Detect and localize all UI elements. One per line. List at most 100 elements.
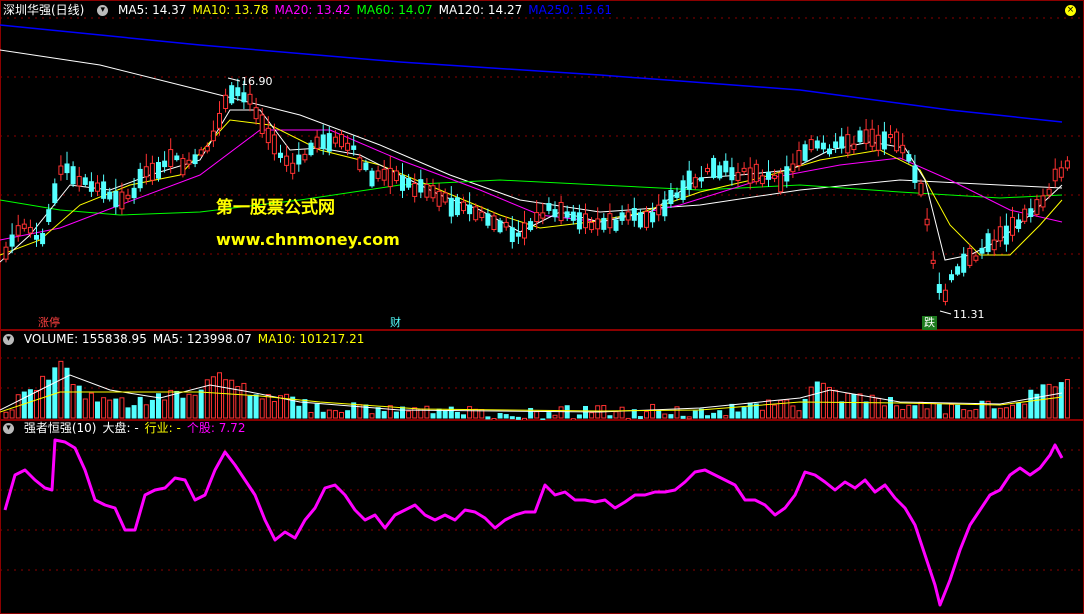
candle-body (1016, 219, 1022, 229)
volume-bar (656, 409, 662, 419)
candle-body (15, 225, 21, 236)
volume-bar (95, 401, 100, 419)
candle-body (839, 136, 845, 149)
volume-bar (198, 389, 204, 419)
candle-body (680, 180, 686, 200)
candle-body (137, 168, 143, 189)
candle-body (314, 136, 320, 149)
volume-bar (869, 394, 875, 419)
volume-label-2: MA10: 101217.21 (257, 332, 365, 346)
candle-body (601, 217, 607, 230)
volume-bar (424, 405, 430, 419)
candle-body (558, 201, 564, 222)
candle-body (284, 155, 290, 166)
volume-bar (3, 411, 9, 419)
price-panel[interactable]: 16.90 11.31 深圳华强(日线) ▾ MA5: 14.37 MA10: 13… (0, 0, 1084, 330)
candle-body (1058, 167, 1064, 178)
volume-bar (259, 398, 265, 419)
volume-bar (229, 379, 235, 419)
volume-panel[interactable]: ▾ VOLUME: 155838.95 MA5: 123998.07 MA10: 1… (0, 330, 1084, 420)
candle-body (692, 177, 698, 188)
candle-body (735, 172, 741, 181)
volume-bar (997, 407, 1003, 419)
candle-body (101, 181, 107, 199)
volume-bar (619, 406, 625, 419)
candle-body (875, 134, 881, 151)
volume-bar (796, 410, 802, 419)
volume-bar (271, 401, 277, 419)
volume-bar (88, 392, 94, 419)
volume-bar (387, 405, 393, 419)
volume-bar (747, 402, 753, 419)
candle-body (546, 203, 552, 211)
volume-bar (143, 404, 149, 419)
volume-menu-icon[interactable]: ▾ (3, 334, 14, 345)
volume-bar (936, 403, 942, 419)
candle-body (345, 142, 351, 151)
candle-body (717, 165, 723, 179)
candle-body (772, 174, 778, 179)
candle-body (424, 183, 430, 198)
candle-body (332, 136, 338, 144)
candle-body (644, 211, 649, 228)
candle-body (265, 127, 271, 144)
volume-bar (82, 398, 88, 419)
candle-body (650, 212, 656, 223)
volume-bar (339, 411, 344, 419)
candle-body (186, 159, 192, 165)
volume-bar (113, 398, 119, 419)
candle-body (430, 185, 436, 199)
candle-body (576, 212, 582, 230)
volume-bar (125, 407, 131, 419)
candle-body (613, 219, 619, 231)
candle-body (58, 165, 64, 175)
candle-body (210, 130, 216, 142)
candle-body (674, 192, 680, 198)
indicator-panel[interactable]: ▾ 强者恒强(10) 大盘: - 行业: - 个股: 7.72 (0, 420, 1084, 614)
candle-body (369, 170, 375, 187)
volume-bar (34, 389, 39, 419)
indicator-label-0: 强者恒强(10) (23, 421, 97, 435)
price-chart[interactable]: 16.90 11.31 (0, 0, 1084, 330)
ma-label-3: MA60: 14.07 (356, 3, 433, 17)
candle-body (766, 171, 771, 180)
candle-body (278, 152, 283, 158)
candle-body (607, 213, 613, 229)
volume-bar (461, 414, 466, 419)
volume-panel-header: ▾ VOLUME: 155838.95 MA5: 123998.07 MA10: 1… (0, 331, 1084, 348)
volume-bar (711, 412, 717, 419)
candle-body (503, 221, 509, 228)
candle-body (198, 149, 204, 156)
volume-bar (613, 411, 619, 419)
candle-body (64, 163, 70, 174)
volume-bar (375, 407, 381, 419)
indicator-menu-icon[interactable]: ▾ (3, 423, 14, 434)
candle-body (473, 206, 479, 221)
candle-body (119, 191, 125, 210)
volume-bar (351, 402, 357, 419)
candle-body (3, 246, 9, 260)
volume-bar (735, 411, 741, 419)
candle-body (393, 170, 399, 182)
volume-bar (1046, 383, 1052, 419)
candle-body (40, 233, 46, 245)
volume-bar (906, 404, 912, 419)
volume-bar (1058, 382, 1064, 419)
volume-bar (644, 411, 649, 419)
menu-dropdown-icon[interactable]: ▾ (97, 5, 109, 16)
volume-bar (381, 411, 387, 419)
volume-bar (235, 386, 241, 419)
close-icon[interactable]: × (1065, 5, 1076, 16)
candle-body (570, 211, 576, 221)
volume-bar (284, 393, 290, 419)
stock-title: 深圳华强(日线) (3, 3, 85, 17)
candle-body (113, 190, 119, 208)
indicator-chart[interactable] (0, 420, 1084, 614)
candle-body (845, 134, 851, 154)
candle-body (522, 222, 527, 239)
volume-bar (223, 379, 229, 419)
ma5-line (0, 109, 1063, 263)
volume-bar (247, 395, 253, 419)
candle-body (296, 154, 302, 165)
candle-body (241, 92, 247, 103)
